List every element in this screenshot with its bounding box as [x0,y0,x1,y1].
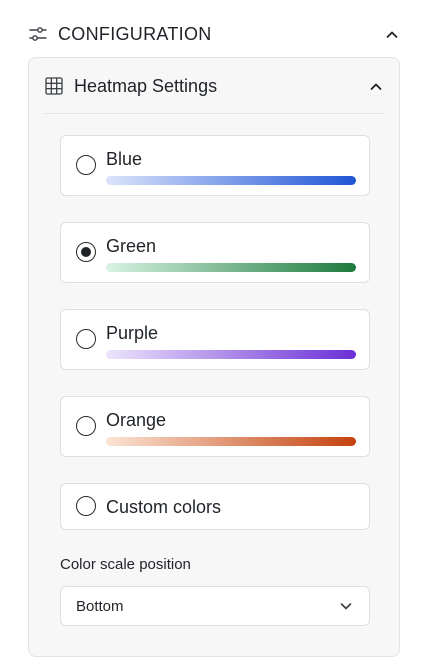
option-label: Green [106,236,157,256]
radio-button[interactable] [76,155,96,175]
color-option-green[interactable]: Green [60,222,370,283]
gradient-bar [106,437,356,446]
radio-button[interactable] [76,496,96,516]
option-label: Orange [106,410,167,430]
gradient-bar [106,350,356,359]
color-option-blue[interactable]: Blue [60,135,370,196]
chevron-up-icon[interactable] [384,27,400,43]
radio-button[interactable] [76,329,96,349]
color-option-custom[interactable]: Custom colors [60,483,370,530]
chevron-up-icon[interactable] [368,79,384,95]
option-label: Blue [106,149,143,169]
select-value: Bottom [76,598,124,615]
configuration-title: CONFIGURATION [58,24,212,44]
heatmap-settings-title: Heatmap Settings [74,76,218,96]
color-scale-position-select[interactable]: Bottom [60,586,370,626]
heatmap-settings-header[interactable]: Heatmap Settings [29,58,399,113]
radio-button[interactable] [76,416,96,436]
radio-button[interactable] [76,242,96,262]
option-label: Custom colors [106,497,222,517]
color-option-orange[interactable]: Orange [60,396,370,457]
heatmap-settings-panel: Heatmap Settings Blue Green Purple Orang… [28,57,400,657]
chevron-down-icon [340,603,352,610]
color-option-purple[interactable]: Purple [60,309,370,370]
grid-icon [45,77,63,95]
gradient-bar [106,263,356,272]
gradient-bar [106,176,356,185]
option-label: Purple [106,323,159,343]
sliders-icon [29,27,47,41]
panel-divider [44,113,384,114]
color-scale-position-label: Color scale position [60,556,191,573]
